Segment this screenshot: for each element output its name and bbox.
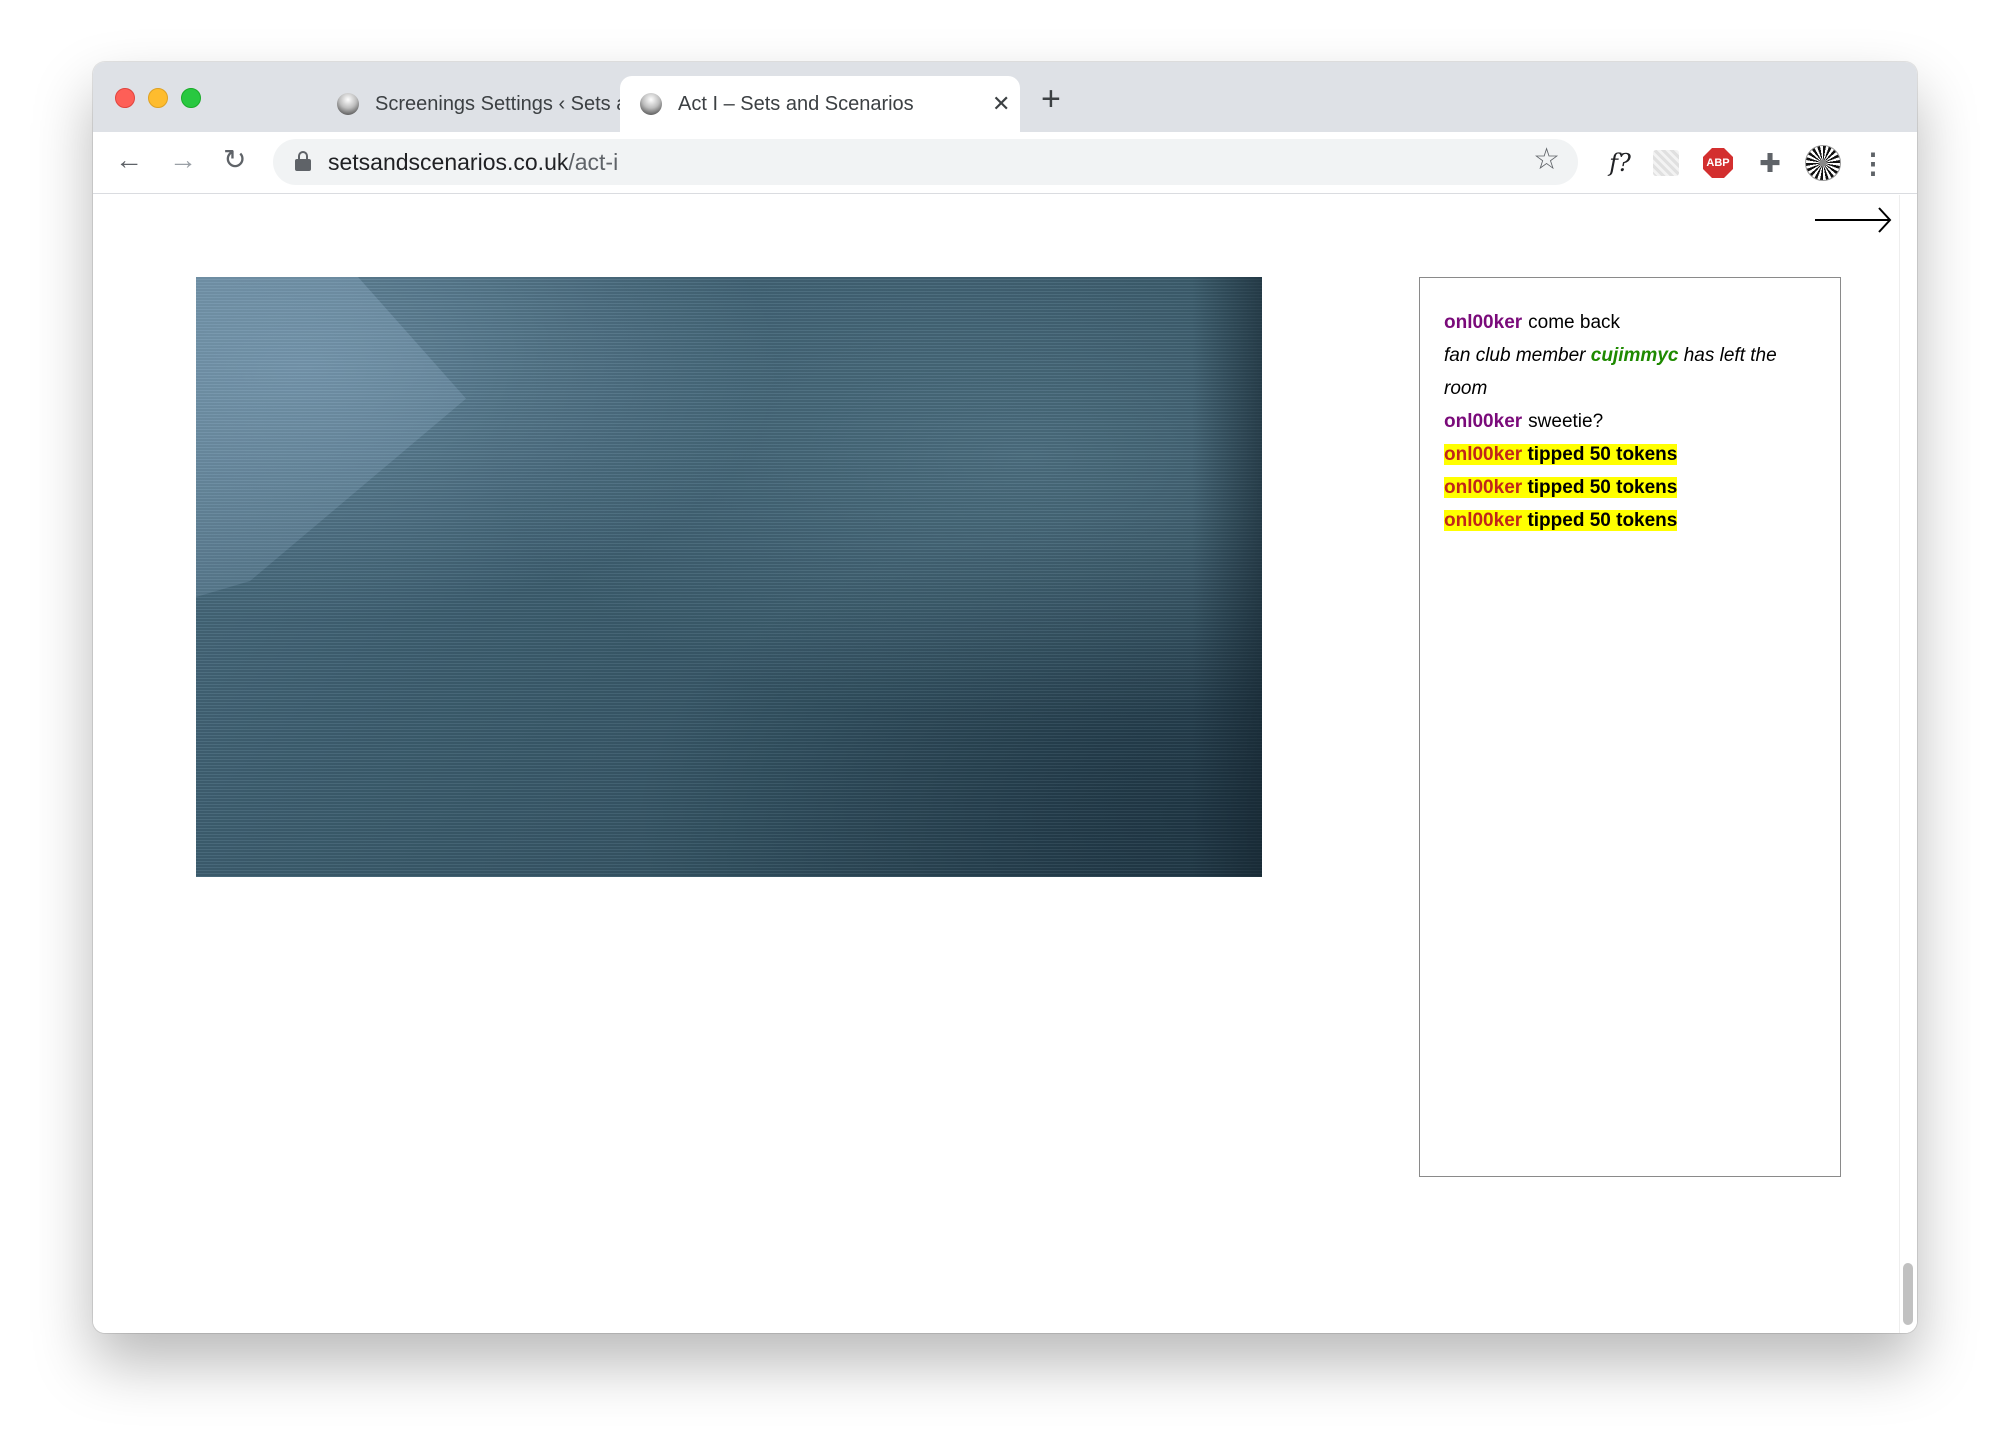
profile-avatar[interactable] bbox=[1805, 145, 1841, 181]
adblock-plus-icon[interactable]: ABP bbox=[1703, 148, 1733, 178]
tip-text: tipped 50 tokens bbox=[1527, 444, 1678, 465]
tip-text: tipped 50 tokens bbox=[1527, 477, 1678, 498]
font-extension-icon[interactable]: f? bbox=[1603, 148, 1637, 178]
extensions-puzzle-icon[interactable]: ✚ bbox=[1755, 148, 1785, 178]
new-tab-button[interactable]: + bbox=[1041, 82, 1061, 116]
url-domain: setsandscenarios.co.uk bbox=[328, 149, 569, 175]
tab-title: Act I – Sets and Scenarios bbox=[678, 92, 914, 115]
url-path: /act-i bbox=[568, 149, 619, 175]
page-content: onl00ker come back fan club member cujimm… bbox=[93, 195, 1917, 1333]
window-close-button[interactable] bbox=[115, 88, 135, 108]
tip-username: onl00ker bbox=[1444, 510, 1523, 531]
window-minimize-button[interactable] bbox=[148, 88, 168, 108]
reload-icon[interactable]: ↻ bbox=[223, 146, 246, 174]
system-prefix: fan club member bbox=[1444, 345, 1586, 366]
tab-strip: Screenings Settings ‹ Sets and Scenarios… bbox=[93, 62, 1917, 132]
tip-username: onl00ker bbox=[1444, 477, 1523, 498]
chat-panel: onl00ker come back fan club member cujimm… bbox=[1419, 277, 1841, 1177]
chat-tip-message: onl00ker tipped 50 tokens bbox=[1444, 438, 1816, 471]
page-scrollbar[interactable] bbox=[1899, 195, 1915, 1333]
chat-tip-message: onl00ker tipped 50 tokens bbox=[1444, 504, 1816, 537]
grey-extension-icon[interactable] bbox=[1653, 150, 1679, 176]
chat-system-message: fan club member cujimmyc has left the ro… bbox=[1444, 339, 1816, 405]
chat-tip-message: onl00ker tipped 50 tokens bbox=[1444, 471, 1816, 504]
tip-username: onl00ker bbox=[1444, 444, 1523, 465]
browser-window: Screenings Settings ‹ Sets and Scenarios… bbox=[93, 62, 1917, 1333]
chat-text: come back bbox=[1528, 312, 1621, 333]
chat-message: onl00ker sweetie? bbox=[1444, 405, 1816, 438]
browser-toolbar: ← → ↻ setsandscenarios.co.uk/act-i ☆ f? … bbox=[93, 132, 1917, 194]
back-arrow-icon[interactable]: ← bbox=[115, 146, 143, 174]
bookmark-star-icon[interactable]: ☆ bbox=[1533, 145, 1560, 175]
close-tab-icon[interactable]: ✕ bbox=[992, 93, 1010, 115]
window-maximize-button[interactable] bbox=[181, 88, 201, 108]
chat-username: onl00ker bbox=[1444, 411, 1523, 432]
site-favicon-icon bbox=[337, 93, 359, 115]
forward-arrow-icon[interactable]: → bbox=[169, 146, 197, 174]
url-text[interactable]: setsandscenarios.co.uk/act-i bbox=[328, 149, 618, 176]
chat-message: onl00ker come back bbox=[1444, 306, 1816, 339]
more-menu-icon[interactable]: ⋮ bbox=[1859, 148, 1887, 179]
lock-icon[interactable] bbox=[295, 151, 311, 171]
chat-text: sweetie? bbox=[1528, 411, 1604, 432]
tip-text: tipped 50 tokens bbox=[1527, 510, 1678, 531]
chat-username: onl00ker bbox=[1444, 312, 1523, 333]
address-bar[interactable]: setsandscenarios.co.uk/act-i ☆ bbox=[273, 139, 1578, 185]
site-favicon-icon bbox=[640, 93, 662, 115]
scrollbar-thumb[interactable] bbox=[1903, 1263, 1913, 1325]
next-arrow-icon[interactable] bbox=[1813, 205, 1893, 235]
tab-act-i[interactable]: Act I – Sets and Scenarios ✕ bbox=[620, 76, 1020, 132]
video-stream[interactable] bbox=[196, 277, 1262, 877]
fan-club-username: cujimmyc bbox=[1590, 345, 1679, 366]
